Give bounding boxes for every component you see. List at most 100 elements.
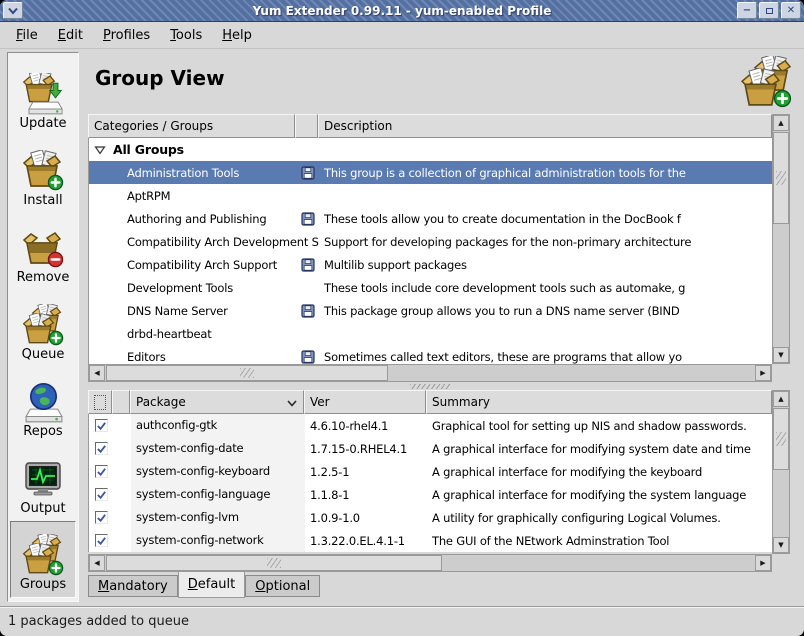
- output-monitor-icon: [22, 458, 64, 500]
- package-checkbox[interactable]: [95, 534, 108, 547]
- groups-boxes-icon: [22, 534, 64, 576]
- package-checkbox[interactable]: [95, 442, 108, 455]
- package-checkbox[interactable]: [95, 465, 108, 478]
- maximize-button[interactable]: [759, 2, 779, 19]
- window-menu-button[interactable]: [3, 2, 23, 19]
- queue-boxes-icon: [22, 304, 64, 346]
- remove-box-icon: [22, 227, 64, 269]
- groups-tree: Categories / Groups Description All Grou…: [88, 114, 790, 382]
- maximize-icon: [766, 8, 773, 14]
- column-header-categories-groups[interactable]: Categories / Groups: [88, 114, 295, 138]
- tree-row[interactable]: Administration Tools This group is a col…: [89, 161, 772, 184]
- scroll-right-arrow-icon[interactable]: ▶: [755, 555, 771, 571]
- column-header-ver[interactable]: Ver: [304, 390, 426, 414]
- floppy-icon: [301, 212, 315, 226]
- page-title: Group View: [95, 66, 225, 90]
- scroll-down-arrow-icon[interactable]: ▼: [773, 347, 789, 363]
- menu-edit[interactable]: Edit: [48, 25, 93, 46]
- tree-row-all-groups[interactable]: All Groups: [89, 138, 772, 161]
- sidebar-item-queue[interactable]: Queue: [10, 290, 76, 367]
- sidebar-item-install[interactable]: Install: [10, 136, 76, 213]
- check-icon: [96, 420, 107, 432]
- scroll-left-arrow-icon[interactable]: ◀: [89, 555, 105, 571]
- package-filter-tabs: Mandatory Default Optional: [88, 571, 320, 599]
- sidebar-item-groups[interactable]: Groups: [10, 521, 76, 598]
- statusbar: 1 packages added to queue: [0, 606, 804, 636]
- window-title: Yum Extender 0.99.11 - yum-enabled Profi…: [0, 4, 804, 18]
- minimize-button[interactable]: −: [737, 2, 757, 19]
- floppy-icon: [301, 166, 315, 180]
- tab-mandatory[interactable]: Mandatory: [88, 575, 178, 597]
- tree-row[interactable]: DNS Name Server This package group allow…: [89, 299, 772, 322]
- package-checkbox[interactable]: [95, 511, 108, 524]
- package-row[interactable]: system-config-date 1.7.15-0.RHEL4.1 A gr…: [89, 437, 772, 460]
- tab-optional[interactable]: Optional: [245, 575, 320, 597]
- package-row[interactable]: system-config-keyboard 1.2.5-1 A graphic…: [89, 460, 772, 483]
- package-row[interactable]: system-config-lvm 1.0.9-1.0 A utility fo…: [89, 506, 772, 529]
- packages-horizontal-scrollbar[interactable]: ◀ ▶: [88, 554, 772, 572]
- tree-vscroll-thumb[interactable]: [773, 132, 789, 224]
- tree-horizontal-scrollbar[interactable]: ◀ ▶: [88, 364, 772, 382]
- floppy-icon: [301, 258, 315, 272]
- sidebar-item-label: Remove: [17, 270, 70, 285]
- close-button[interactable]: ✕: [781, 2, 801, 19]
- tab-default[interactable]: Default: [178, 571, 246, 598]
- menu-tools[interactable]: Tools: [160, 25, 212, 46]
- sidebar-item-label: Update: [19, 116, 66, 131]
- tree-row[interactable]: Compatibility Arch Development Support S…: [89, 230, 772, 253]
- titlebar[interactable]: Yum Extender 0.99.11 - yum-enabled Profi…: [0, 0, 804, 22]
- tree-row[interactable]: Editors Sometimes called text editors, t…: [89, 345, 772, 364]
- check-icon: [96, 443, 107, 455]
- tree-row[interactable]: Authoring and Publishing These tools all…: [89, 207, 772, 230]
- column-header-description[interactable]: Description: [318, 114, 772, 138]
- column-header-spacer[interactable]: [112, 390, 130, 414]
- close-icon: ✕: [787, 6, 795, 16]
- sidebar-item-label: Install: [23, 193, 62, 208]
- package-row[interactable]: authconfig-gtk 4.6.10-rhel4.1 Graphical …: [89, 414, 772, 437]
- scroll-down-arrow-icon[interactable]: ▼: [773, 537, 789, 553]
- status-text: 1 packages added to queue: [8, 614, 189, 629]
- floppy-icon: [301, 350, 315, 364]
- column-header-package[interactable]: Package: [130, 390, 304, 414]
- sidebar-item-output[interactable]: Output: [10, 444, 76, 521]
- scroll-right-arrow-icon[interactable]: ▶: [755, 365, 771, 381]
- scroll-up-arrow-icon[interactable]: ▲: [773, 391, 789, 407]
- sidebar-item-remove[interactable]: Remove: [10, 213, 76, 290]
- column-header-icon[interactable]: [295, 114, 318, 138]
- package-row[interactable]: system-config-language 1.1.8-1 A graphic…: [89, 483, 772, 506]
- app-window: Yum Extender 0.99.11 - yum-enabled Profi…: [0, 0, 804, 636]
- check-icon: [96, 512, 107, 524]
- packages-vscroll-thumb[interactable]: [773, 408, 789, 470]
- check-icon: [96, 466, 107, 478]
- sidebar-item-update[interactable]: Update: [10, 59, 76, 136]
- column-header-checkbox[interactable]: [88, 390, 112, 414]
- expander-open-icon[interactable]: [94, 144, 106, 156]
- packages-hscroll-thumb[interactable]: [106, 555, 442, 571]
- sidebar-item-label: Groups: [20, 577, 66, 592]
- sidebar: Update Install Remove Queue Repos Output…: [7, 52, 79, 602]
- packages-table: Package Ver Summary authconfig-gtk 4.6.1…: [88, 390, 790, 572]
- menu-file[interactable]: File: [6, 25, 48, 46]
- check-icon: [96, 489, 107, 501]
- package-row[interactable]: system-config-network 1.3.22.0.EL.4.1-1 …: [89, 529, 772, 552]
- tree-vertical-scrollbar[interactable]: ▲ ▼: [772, 114, 790, 364]
- pane-splitter[interactable]: [88, 383, 772, 390]
- column-header-summary[interactable]: Summary: [426, 390, 772, 414]
- packages-vertical-scrollbar[interactable]: ▲ ▼: [772, 390, 790, 554]
- minimize-icon: −: [743, 6, 751, 16]
- package-checkbox[interactable]: [95, 419, 108, 432]
- install-box-icon: [22, 150, 64, 192]
- tree-hscroll-thumb[interactable]: [106, 365, 388, 381]
- scroll-up-arrow-icon[interactable]: ▲: [773, 115, 789, 131]
- scroll-left-arrow-icon[interactable]: ◀: [89, 365, 105, 381]
- menu-help[interactable]: Help: [212, 25, 262, 46]
- splitter-grip-icon: [410, 384, 450, 389]
- menu-profiles[interactable]: Profiles: [93, 25, 160, 46]
- tree-row[interactable]: Compatibility Arch Support Multilib supp…: [89, 253, 772, 276]
- tree-row[interactable]: AptRPM: [89, 184, 772, 207]
- package-checkbox[interactable]: [95, 488, 108, 501]
- sidebar-item-repos[interactable]: Repos: [10, 367, 76, 444]
- tree-row[interactable]: drbd-heartbeat: [89, 322, 772, 345]
- tree-row[interactable]: Development Tools These tools include co…: [89, 276, 772, 299]
- menubar: File Edit Profiles Tools Help: [0, 23, 804, 49]
